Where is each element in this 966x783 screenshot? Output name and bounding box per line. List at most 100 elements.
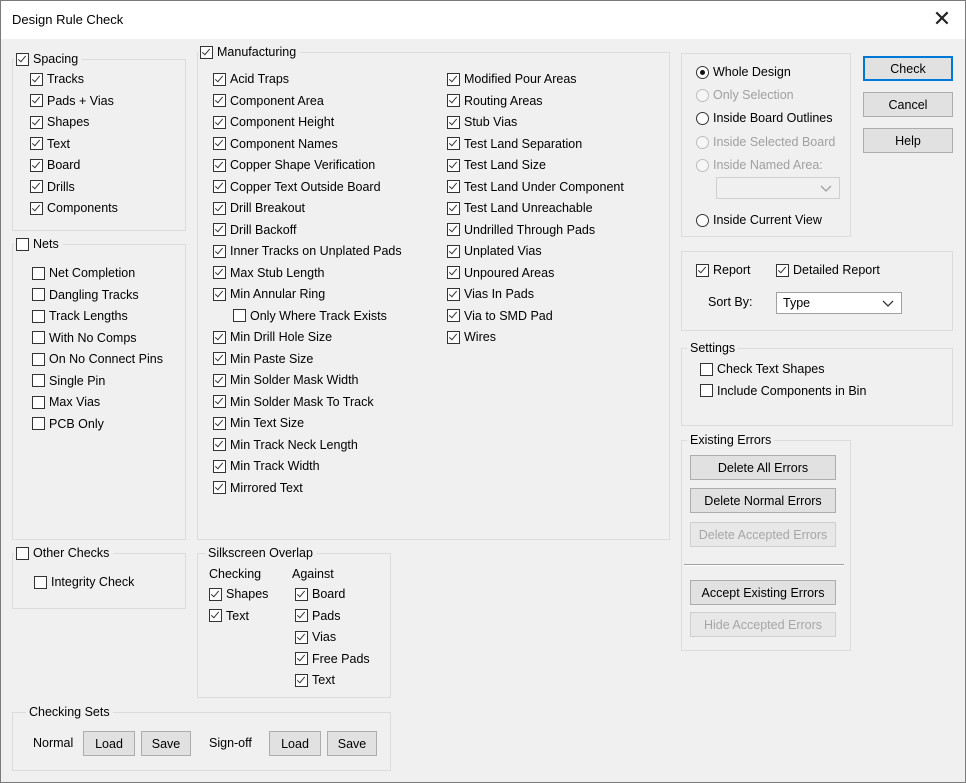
nets-item-checkbox[interactable]: With No Comps [32,329,137,347]
manufacturing-item-checkbox[interactable]: Min Track Neck Length [213,436,358,454]
silkscreen-against-item-checkbox[interactable]: Text [295,671,335,689]
manufacturing-item-checkbox-box[interactable] [213,481,226,494]
manufacturing-item-checkbox[interactable]: Inner Tracks on Unplated Pads [213,242,402,260]
spacing-item-checkbox[interactable]: Text [30,135,70,153]
signoff-save-button[interactable]: Save [327,731,377,756]
settings-item-checkbox[interactable]: Include Components in Bin [700,382,866,400]
nets-item-checkbox-box[interactable] [32,395,45,409]
manufacturing-item-checkbox[interactable]: Min Paste Size [213,350,313,368]
manufacturing-item-checkbox-box[interactable] [447,309,460,322]
manufacturing-item-checkbox-box[interactable] [213,395,226,408]
nets-item-checkbox[interactable]: Track Lengths [32,307,128,325]
normal-load-button[interactable]: Load [83,731,135,756]
manufacturing-item-checkbox[interactable]: Component Area [213,92,324,110]
manufacturing-item-checkbox[interactable]: Copper Text Outside Board [213,178,381,196]
other-check-item-checkbox[interactable]: Integrity Check [34,573,134,591]
manufacturing-checkbox-box[interactable] [200,45,213,59]
silkscreen-checking-item-checkbox-box[interactable] [209,609,222,622]
manufacturing-item-checkbox-box[interactable] [447,115,460,129]
manufacturing-item-checkbox-box[interactable] [213,330,226,344]
normal-save-button[interactable]: Save [141,731,191,756]
manufacturing-item-checkbox[interactable]: Copper Shape Verification [213,156,375,174]
silkscreen-against-item-checkbox-box[interactable] [295,673,308,687]
nets-item-checkbox-box[interactable] [32,288,45,301]
silkscreen-checking-item-checkbox[interactable]: Shapes [209,585,268,603]
spacing-item-checkbox[interactable]: Tracks [30,70,84,88]
manufacturing-item-checkbox-box[interactable] [213,352,226,365]
manufacturing-item-checkbox[interactable]: Unplated Vias [447,242,542,260]
nets-item-checkbox[interactable]: PCB Only [32,415,104,433]
signoff-load-button[interactable]: Load [269,731,321,756]
spacing-checkbox-box[interactable] [16,52,29,66]
silkscreen-against-item-checkbox-box[interactable] [295,609,308,622]
manufacturing-item-checkbox-box[interactable] [213,223,226,236]
named-area-select[interactable] [716,177,840,199]
delete-all-errors-button[interactable]: Delete All Errors [690,455,836,480]
manufacturing-item-checkbox-box[interactable] [213,158,226,172]
scope-radio[interactable]: Inside Current View [696,211,822,229]
scope-radio[interactable]: Only Selection [696,86,794,104]
spacing-item-checkbox-box[interactable] [30,137,43,150]
scope-radio[interactable]: Inside Named Area: [696,156,823,174]
manufacturing-item-checkbox-box[interactable] [213,438,226,451]
scope-radio[interactable]: Inside Board Outlines [696,109,833,127]
manufacturing-item-checkbox[interactable]: Only Where Track Exists [233,307,387,325]
hide-accepted-errors-button[interactable]: Hide Accepted Errors [690,612,836,637]
cancel-button[interactable]: Cancel [863,92,953,117]
manufacturing-item-checkbox[interactable]: Test Land Under Component [447,178,624,196]
radio-button-icon[interactable] [696,65,709,79]
spacing-item-checkbox-box[interactable] [30,201,43,215]
radio-button-icon[interactable] [696,213,709,227]
manufacturing-item-checkbox[interactable]: Routing Areas [447,92,543,110]
manufacturing-item-checkbox[interactable]: Via to SMD Pad [447,307,553,325]
manufacturing-item-checkbox-box[interactable] [447,244,460,258]
manufacturing-item-checkbox-box[interactable] [447,72,460,86]
manufacturing-item-checkbox[interactable]: Mirrored Text [213,479,303,497]
delete-accepted-errors-button[interactable]: Delete Accepted Errors [690,522,836,547]
manufacturing-item-checkbox[interactable]: Component Names [213,135,338,153]
manufacturing-item-checkbox[interactable]: Drill Breakout [213,199,305,217]
manufacturing-item-checkbox-box[interactable] [213,94,226,107]
manufacturing-item-checkbox[interactable]: Min Text Size [213,414,304,432]
spacing-item-checkbox[interactable]: Board [30,156,80,174]
radio-button-icon[interactable] [696,111,709,125]
nets-item-checkbox-box[interactable] [32,266,45,280]
scope-radio[interactable]: Whole Design [696,63,791,81]
spacing-item-checkbox[interactable]: Shapes [30,113,89,131]
manufacturing-item-checkbox-box[interactable] [447,330,460,344]
nets-item-checkbox[interactable]: On No Connect Pins [32,350,163,368]
nets-item-checkbox[interactable]: Net Completion [32,264,135,282]
detailed-report-checkbox[interactable]: Detailed Report [776,261,880,279]
manufacturing-item-checkbox-box[interactable] [447,223,460,236]
nets-item-checkbox[interactable]: Dangling Tracks [32,286,139,304]
manufacturing-item-checkbox[interactable]: Vias In Pads [447,285,534,303]
spacing-checkbox[interactable]: Spacing [14,51,83,67]
nets-item-checkbox[interactable]: Single Pin [32,372,105,390]
manufacturing-item-checkbox-box[interactable] [447,94,460,107]
manufacturing-item-checkbox[interactable]: Unpoured Areas [447,264,554,282]
silkscreen-against-item-checkbox-box[interactable] [295,630,308,644]
silkscreen-against-item-checkbox[interactable]: Pads [295,607,341,625]
manufacturing-item-checkbox-box[interactable] [213,287,226,301]
nets-item-checkbox-box[interactable] [32,417,45,430]
manufacturing-item-checkbox[interactable]: Test Land Size [447,156,546,174]
radio-button-icon[interactable] [696,135,709,149]
manufacturing-item-checkbox-box[interactable] [213,72,226,86]
report-checkbox-box[interactable] [696,263,709,277]
manufacturing-item-checkbox-box[interactable] [447,266,460,279]
manufacturing-item-checkbox[interactable]: Min Solder Mask Width [213,371,359,389]
manufacturing-item-checkbox[interactable]: Test Land Unreachable [447,199,593,217]
manufacturing-item-checkbox-box[interactable] [447,158,460,172]
scope-radio[interactable]: Inside Selected Board [696,133,835,151]
settings-item-checkbox-box[interactable] [700,384,713,397]
settings-item-checkbox-box[interactable] [700,362,713,376]
manufacturing-item-checkbox-box[interactable] [213,244,226,258]
manufacturing-item-checkbox-box[interactable] [213,115,226,129]
manufacturing-item-checkbox[interactable]: Min Drill Hole Size [213,328,332,346]
manufacturing-item-checkbox-box[interactable] [213,459,226,473]
silkscreen-against-item-checkbox[interactable]: Vias [295,628,336,646]
detailed-report-checkbox-box[interactable] [776,263,789,277]
nets-item-checkbox-box[interactable] [32,352,45,366]
report-checkbox[interactable]: Report [696,261,751,279]
help-button[interactable]: Help [863,128,953,153]
